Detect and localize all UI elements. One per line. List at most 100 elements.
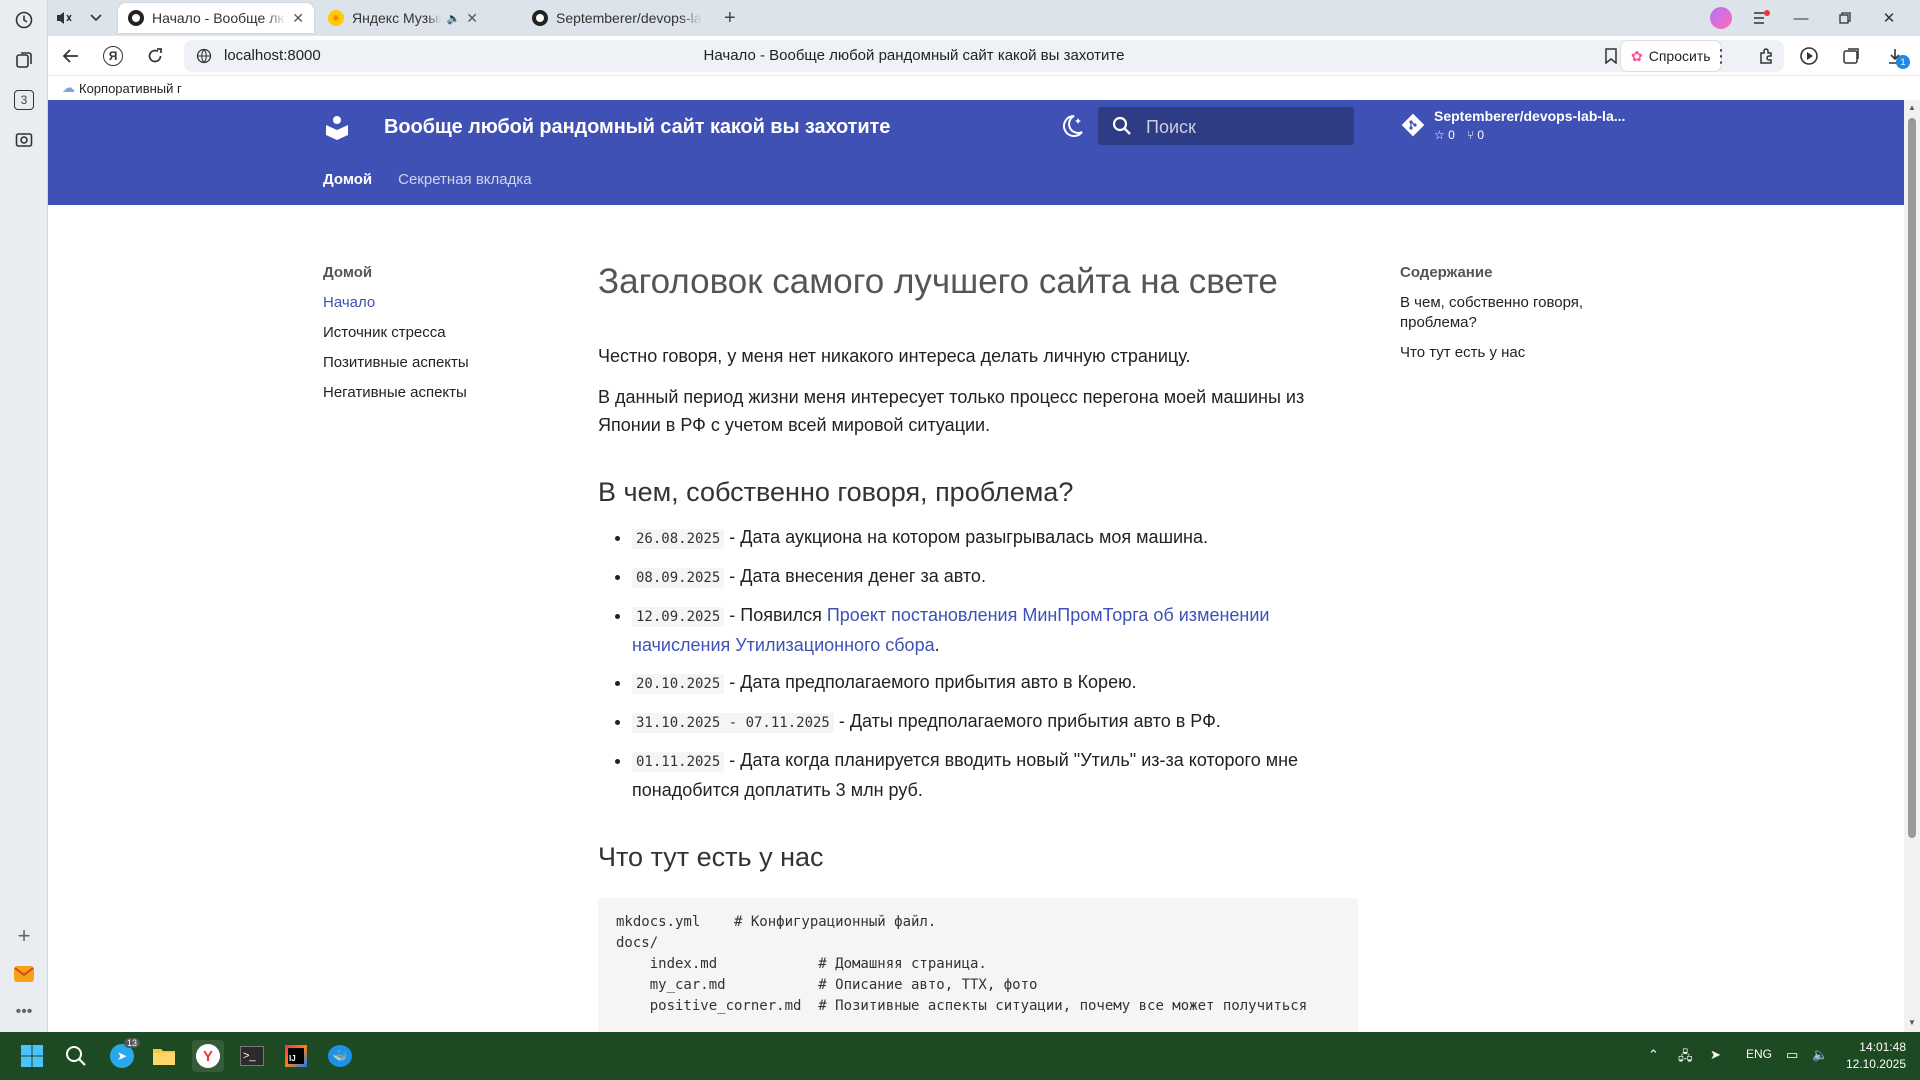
extensions-icon[interactable] [1754,43,1780,69]
collections-icon[interactable] [10,46,38,74]
ask-ai-button[interactable]: ✿ Спросить [1620,40,1722,72]
docker-icon[interactable]: 🐳 [324,1040,356,1072]
file-explorer-icon[interactable] [148,1040,180,1072]
tab-title: Septemberer/devops-lab-lab [556,10,702,26]
more-icon[interactable]: ••• [10,998,38,1026]
tab-home[interactable]: Домой [323,162,372,202]
event-text: - Появился [724,605,827,625]
network-icon[interactable]: 🖧 [1678,1047,1693,1069]
audio-playing-icon[interactable]: 🔈 [447,12,461,25]
sidebar-panel-icon[interactable] [1838,43,1864,69]
back-button[interactable] [58,43,84,69]
search-icon[interactable] [60,1040,92,1072]
fork-icon: ⑂ [1466,128,1474,142]
book-logo-icon[interactable] [323,114,351,142]
clock-time[interactable]: 14:01:48 [1842,1040,1906,1054]
minimize-icon[interactable]: — [1788,6,1814,30]
tray-overflow-icon[interactable]: ⌃ [1648,1047,1659,1063]
close-window-icon[interactable]: ✕ [1876,6,1902,30]
star-icon: ☆ [1434,128,1445,142]
list-item: 20.10.2025 - Дата предполагаемого прибыт… [632,668,1358,698]
article: Заголовок самого лучшего сайта на свете … [598,260,1358,1032]
section-heading-problem: В чем, собственно говоря, проблема? [598,477,1074,507]
site-title[interactable]: Вообще любой рандомный сайт какой вы зах… [384,116,890,139]
address-url: localhost:8000 [224,47,321,64]
address-bar[interactable]: localhost:8000 Начало - Вообще любой ран… [184,40,1784,72]
event-text: - Дата предполагаемого прибытия авто в К… [724,672,1137,692]
section-heading-what-we-have: Что тут есть у нас [598,842,824,872]
display-icon[interactable]: ▭ [1786,1047,1798,1063]
notifications-icon[interactable] [1748,6,1774,30]
toc-item-what-we-have[interactable]: Что тут есть у нас [1400,343,1630,363]
repo-link[interactable]: Septemberer/devops-lab-la... ☆ 0 ⑂ 0 [1400,108,1640,148]
search-placeholder: Поиск [1146,117,1196,137]
add-panel-icon[interactable]: + [10,922,38,950]
search-input[interactable]: Поиск [1098,107,1354,145]
table-of-contents: Содержание В чем, собственно говоря, про… [1400,264,1630,373]
event-text: - Дата когда планируется вводить новый "… [632,750,1299,800]
page-scrollbar[interactable]: ▲ ▼ [1904,100,1920,1032]
bookmark-icon[interactable] [1604,48,1618,69]
nav-item-start[interactable]: Начало [323,293,563,312]
media-play-icon[interactable] [1796,43,1822,69]
alice-icon[interactable] [1708,6,1734,30]
downloads-icon[interactable]: 1 [1882,43,1910,69]
telegram-icon[interactable]: ➤ 13 [106,1038,141,1072]
bookmark-item[interactable]: Корпоративный г [79,81,182,96]
tab-current[interactable]: Начало - Вообще любой рандомный сайт как… [118,3,314,33]
event-date: 08.09.2025 [632,568,725,588]
scroll-thumb[interactable] [1908,118,1916,838]
list-item: 01.11.2025 - Дата когда планируется ввод… [632,746,1358,804]
mail-icon[interactable] [10,960,38,988]
terminal-icon[interactable]: >_ [236,1040,268,1072]
nav-item-stress-source[interactable]: Источник стресса [323,323,563,342]
list-item: 08.09.2025 - Дата внесения денег за авто… [632,562,1358,592]
repo-forks: ⑂ 0 [1467,128,1484,142]
close-tab-icon[interactable]: ✕ [466,10,478,27]
menu-dots-icon[interactable]: ⋮ [1708,43,1734,69]
address-page-title: Начало - Вообще любой рандомный сайт как… [703,47,1125,64]
downloads-badge: 1 [1896,55,1910,69]
restore-icon[interactable] [1832,6,1858,30]
tabs-count-badge: 3 [14,90,34,110]
github-favicon-icon [532,10,548,26]
site-info-icon[interactable] [196,48,212,69]
nav-heading: Домой [323,264,373,281]
reload-icon[interactable] [142,43,168,69]
event-date: 01.11.2025 [632,752,725,772]
telegram-tray-icon[interactable]: ➤ [1710,1047,1721,1063]
yandex-home-icon[interactable]: Я [100,43,126,69]
language-indicator[interactable]: ENG [1746,1047,1772,1061]
tab-yandex-music[interactable]: ✳ Яндекс Музыка — собираем музыку для ва… [318,3,488,33]
yandex-browser-icon[interactable]: Y [192,1040,224,1072]
paragraph: В данный период жизни меня интересует то… [598,387,1305,435]
new-tab-button[interactable]: + [718,3,746,33]
scroll-down-icon[interactable]: ▼ [1908,1018,1916,1027]
cloud-bookmark-icon: ☁ [62,80,75,95]
tabs-count-icon[interactable]: 3 [10,86,38,114]
tab-secret[interactable]: Секретная вкладка [398,162,532,202]
list-item: 12.09.2025 - Появился Проект постановлен… [632,601,1358,659]
tab-list-chevron-icon[interactable] [82,3,110,33]
mute-tab-icon[interactable] [50,3,78,33]
close-tab-icon[interactable]: ✕ [292,10,304,27]
dark-mode-toggle-icon[interactable] [1058,112,1088,142]
event-text: . [934,635,940,655]
clock-date[interactable]: 12.10.2025 [1836,1057,1906,1071]
page-viewport: Вообще любой рандомный сайт какой вы зах… [48,100,1904,1032]
windows-start-icon[interactable] [16,1040,48,1072]
bookmarks-bar: ☁ Корпоративный г [48,76,1920,100]
nav-item-negative[interactable]: Негативные аспекты [323,383,563,402]
screenshot-icon[interactable] [10,126,38,154]
scroll-up-icon[interactable]: ▲ [1908,103,1916,112]
volume-icon[interactable]: 🔈 [1812,1047,1828,1063]
toc-item-problem[interactable]: В чем, собственно говоря, проблема? [1400,293,1630,333]
ask-label: Спросить [1648,48,1711,64]
windows-taskbar: ➤ 13 Y >_ IJ 🐳 ⌃ 🖧 ➤ ENG ▭ 🔈 14:01:48 12… [0,1032,1920,1080]
event-text: - Дата аукциона на котором разыгрывалась… [724,527,1209,547]
intellij-icon[interactable]: IJ [280,1040,312,1072]
forks-count: 0 [1477,128,1485,142]
history-icon[interactable] [10,6,38,34]
tab-github[interactable]: Septemberer/devops-lab-lab [522,3,712,33]
nav-item-positive[interactable]: Позитивные аспекты [323,353,563,372]
